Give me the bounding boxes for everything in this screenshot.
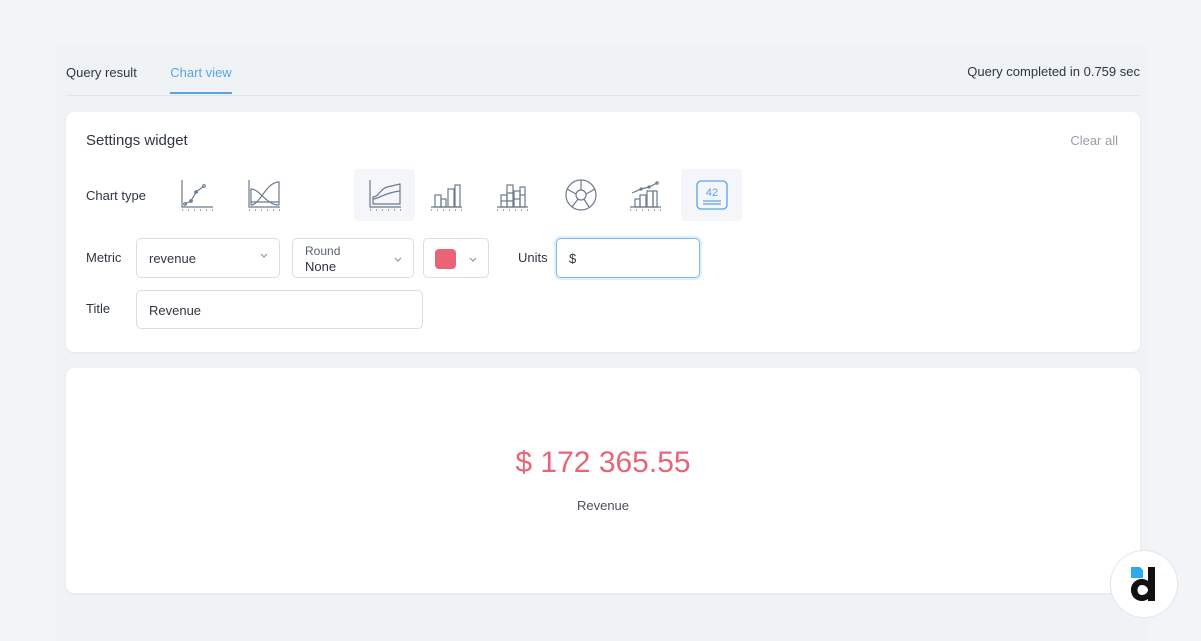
- chevron-down-icon: [260, 253, 268, 258]
- query-status: Query completed in 0.759 sec: [967, 64, 1140, 79]
- number-kpi-icon: 42: [695, 180, 728, 210]
- chart-type-label: Chart type: [86, 188, 146, 203]
- color-select[interactable]: [423, 238, 489, 278]
- pie-chart-icon: [564, 179, 597, 211]
- metric-label: Metric: [86, 250, 122, 265]
- chart-type-stacked-area-button[interactable]: [354, 169, 415, 221]
- bar-line-combo-chart-icon: [629, 181, 661, 211]
- chart-type-pie-button[interactable]: [550, 169, 611, 221]
- round-label: Round: [305, 244, 341, 258]
- chart-type-bar-button[interactable]: [415, 169, 476, 221]
- chevron-down-icon: [469, 257, 477, 262]
- clear-all-button[interactable]: Clear all: [1070, 133, 1118, 148]
- tab-query-result[interactable]: Query result: [66, 65, 137, 92]
- title-label: Title: [86, 301, 111, 316]
- app-logo-button[interactable]: [1110, 550, 1178, 618]
- view-tabs: Query result Chart view Query completed …: [66, 52, 1140, 96]
- settings-widget: Settings widget Clear all Chart type 42 …: [66, 112, 1140, 352]
- kpi-label: Revenue: [576, 498, 630, 513]
- metric-value: revenue: [149, 251, 196, 266]
- result-widget: $ 172 365.55 Revenue: [66, 368, 1140, 593]
- title-value: Revenue: [149, 303, 202, 318]
- units-label: Units: [518, 250, 548, 265]
- logo-d-icon: [1131, 567, 1155, 601]
- line-chart-icon: [180, 180, 213, 211]
- round-select[interactable]: Round None: [292, 238, 414, 278]
- units-input[interactable]: $: [556, 238, 700, 278]
- chart-type-stacked-bar-button[interactable]: [481, 169, 542, 221]
- chart-type-line-button[interactable]: [166, 169, 227, 221]
- round-value: None: [305, 259, 337, 274]
- chart-type-number-button[interactable]: 42: [681, 169, 742, 221]
- chevron-down-icon: [394, 257, 402, 262]
- title-input[interactable]: Revenue: [136, 290, 423, 329]
- color-swatch: [435, 249, 456, 269]
- kpi-value: $ 172 365.55: [515, 446, 691, 479]
- stacked-bar-chart-icon: [496, 184, 528, 211]
- stacked-area-chart-icon: [368, 180, 401, 211]
- metric-select[interactable]: revenue: [136, 238, 280, 278]
- tab-chart-view[interactable]: Chart view: [170, 65, 232, 94]
- bar-chart-icon: [430, 184, 462, 211]
- chart-type-area-button[interactable]: [233, 169, 294, 221]
- number-kpi-text: 42: [705, 187, 717, 199]
- area-overlap-chart-icon: [247, 180, 280, 211]
- units-value: $: [569, 251, 577, 266]
- chart-type-combo-button[interactable]: [614, 169, 675, 221]
- settings-title: Settings widget: [86, 132, 188, 149]
